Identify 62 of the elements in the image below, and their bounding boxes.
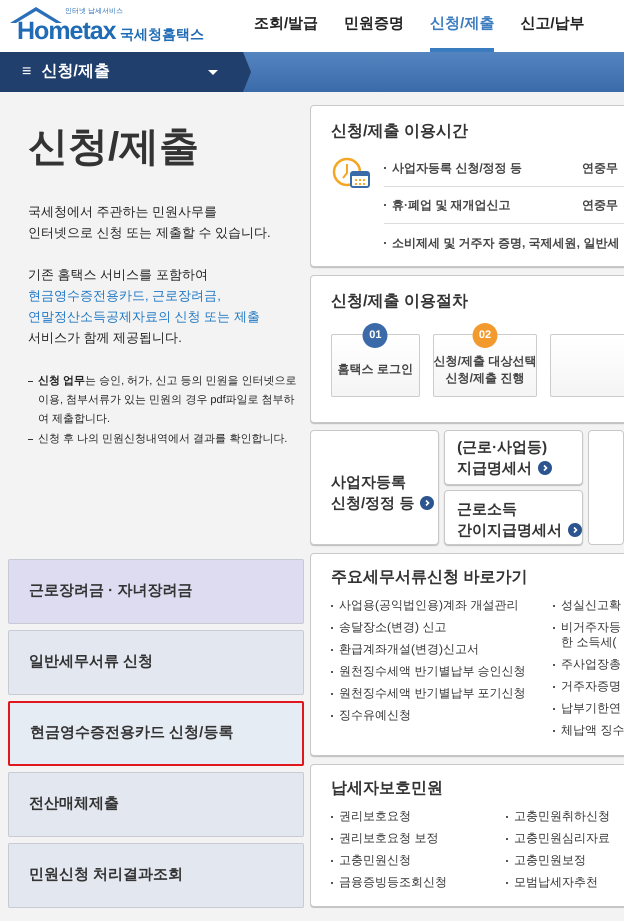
- nav-tab[interactable]: 민원증명: [344, 0, 404, 52]
- side-menu-item[interactable]: 근로장려금 · 자녀장려금: [8, 559, 304, 624]
- step-text: 신청/제출 대상선택: [434, 352, 536, 370]
- chevron-divider-icon: [239, 52, 251, 92]
- link-item[interactable]: 납부기한연: [561, 701, 621, 716]
- nav-tab[interactable]: 조회/발급: [254, 0, 318, 52]
- page-title: 신청/제출: [28, 124, 200, 171]
- schedule-item: 소비제세 및 거주자 증명, 국제세원, 일반세: [392, 234, 620, 252]
- intro-text: 기존 홈택스 서비스를 포함하여: [28, 266, 209, 284]
- side-menu-item[interactable]: 현금영수증전용카드 신청/등록: [8, 701, 304, 766]
- link-item[interactable]: 권리보호요청 보정: [339, 831, 438, 846]
- step-text: 신청/제출 진행: [446, 370, 524, 386]
- caret-icon[interactable]: [208, 70, 218, 74]
- highlighted-text: 연말정산소득공제자료의 신청 또는 제출: [28, 308, 261, 326]
- link-item[interactable]: 고충민원보정: [514, 853, 586, 868]
- schedule-item: 휴·폐업 및 재개업신고: [392, 197, 512, 214]
- card-title: 신청/제출 이용시간: [331, 122, 469, 142]
- link-item[interactable]: 고충민원심리자료: [514, 831, 610, 846]
- link-item[interactable]: 모범납세자추천: [514, 875, 598, 890]
- arrow-circle-icon[interactable]: [420, 496, 434, 510]
- link-item[interactable]: 원천징수세액 반기별납부 포기신청: [339, 686, 526, 701]
- shortcut-tile[interactable]: 사업자등록 신청/정정 등: [310, 430, 440, 545]
- link-item[interactable]: 체납액 징수: [561, 723, 624, 738]
- link-item[interactable]: 고충민원취하신청: [514, 809, 610, 824]
- dash-icon: [28, 381, 33, 382]
- link-item[interactable]: 금융증빙등조회신청: [339, 875, 447, 890]
- dash-icon: [28, 439, 33, 440]
- link-item[interactable]: 권리보호요청: [339, 809, 411, 824]
- nav-tab[interactable]: 신고/납부: [520, 0, 585, 52]
- link-item[interactable]: 거주자증명: [561, 679, 621, 694]
- schedule-item: 사업자등록 신청/정정 등: [392, 160, 524, 177]
- link-item[interactable]: 송달장소(변경) 신고: [339, 620, 446, 635]
- link-item[interactable]: 징수유예신청: [339, 708, 411, 723]
- schedule-time: 연중무: [582, 197, 618, 214]
- highlighted-text: 현금영수증전용카드, 근로장려금,: [28, 287, 222, 305]
- note-text: 신청 후 나의 민원신청내역에서 결과를 확인합니다.: [38, 432, 288, 447]
- card-title: 신청/제출 이용절차: [331, 292, 469, 312]
- clock-calendar-icon: [331, 156, 371, 190]
- card-title: 납세자보호민원: [331, 779, 444, 799]
- link-item[interactable]: 고충민원신청: [339, 853, 411, 868]
- intro-text: 서비스가 함께 제공됩니다.: [28, 329, 183, 347]
- link-item[interactable]: 사업용(공익법인용)계좌 개설관리: [339, 598, 518, 613]
- link-item[interactable]: 환급계좌개설(변경)신고서: [339, 642, 479, 657]
- link-item[interactable]: 원천징수세액 반기별납부 승인신청: [339, 664, 526, 679]
- link-item[interactable]: 주사업장총: [561, 657, 621, 672]
- step-text: 홈택스 로그인: [338, 361, 413, 378]
- link-item[interactable]: 비거주자등 한 소득세(: [561, 620, 621, 650]
- arrow-circle-icon[interactable]: [568, 522, 582, 536]
- step-number-badge: 02: [472, 323, 498, 348]
- shortcut-tile[interactable]: [588, 430, 624, 545]
- shortcut-tile[interactable]: 근로소득 간이지급명세서: [444, 490, 584, 545]
- step-number-badge: 01: [362, 323, 388, 348]
- card-title: 주요세무서류신청 바로가기: [331, 568, 528, 588]
- note-text: 신청 업무는 승인, 허가, 신고 등의 민원을 인터넷으로 이용, 첨부서류가 있는 민원의 경우 pdf파일로 첨부하여 제출합니다.: [38, 374, 298, 427]
- side-menu-item[interactable]: 민원신청 처리결과조회: [8, 843, 304, 908]
- shortcut-tile[interactable]: (근로·사업등) 지급명세서: [444, 430, 584, 485]
- side-menu-item[interactable]: 전산매체제출: [8, 772, 304, 837]
- intro-text: 국세청에서 주관하는 민원사무를 인터넷으로 신청 또는 제출할 수 있습니다.: [28, 203, 272, 242]
- arrow-circle-icon[interactable]: [538, 460, 552, 474]
- link-item[interactable]: 성실신고확: [561, 598, 621, 613]
- schedule-time: 연중무: [582, 160, 618, 177]
- side-menu-item[interactable]: 일반세무서류 신청: [8, 630, 304, 695]
